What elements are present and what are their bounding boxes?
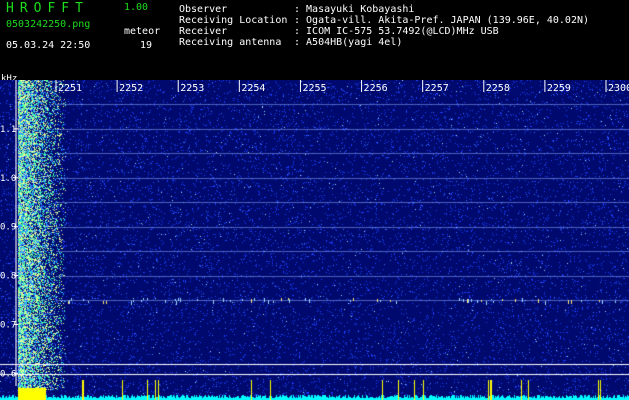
header: HROFFT 1.00 0503242250.png 05.03.24 22:5…: [0, 0, 629, 80]
time-tick-label: 2259: [547, 83, 571, 94]
time-tick-label: 2256: [364, 83, 388, 94]
info-row-location: Receiving Location : Ogata-vill. Akita-P…: [179, 15, 589, 26]
datetime: 05.03.24 22:50: [6, 40, 91, 51]
info-value: : A504HB(yagi 4el): [294, 37, 403, 48]
freq-tick-label: 0.7: [0, 320, 16, 330]
time-tick-label: 2253: [180, 83, 204, 94]
freq-tick-label: 1.1: [0, 125, 16, 135]
info-key: Receiver: [179, 26, 228, 37]
time-tick-label: 2251: [58, 83, 82, 94]
time-tick-label: 2252: [119, 83, 143, 94]
time-tick-label: 2255: [302, 83, 326, 94]
freq-tick-label: 0.8: [0, 272, 16, 282]
info-row-receiver: Receiver : ICOM IC-575 53.7492(@LCD)MHz …: [179, 26, 589, 37]
spectrogram-overlay: 2251 2252 2253 2254 2255 2256 2257 2258 2259 2300…: [0, 80, 629, 386]
info-value: : Masayuki Kobayashi: [294, 4, 415, 15]
info-key: Receiving Location: [179, 15, 288, 26]
app-title: HROFFT: [6, 1, 89, 16]
app-version: 1.00: [124, 2, 149, 13]
info-row-observer: Observer : Masayuki Kobayashi: [179, 4, 589, 15]
time-tick-label: 2254: [241, 83, 265, 94]
file-name: 0503242250.png: [6, 19, 91, 30]
info-value: : ICOM IC-575 53.7492(@LCD)MHz USB: [294, 26, 499, 37]
freq-tick-label: 0.9: [0, 223, 16, 233]
station-info: Observer : Masayuki Kobayashi Receiving …: [179, 4, 589, 48]
freq-tick-label: 1.0: [0, 174, 16, 184]
time-tick-label: 2257: [425, 83, 449, 94]
meteor-count-value: 19: [140, 40, 153, 51]
meteor-count-label: meteor: [124, 26, 161, 37]
info-key: Receiving antenna: [179, 37, 282, 48]
info-value: : Ogata-vill. Akita-Pref. JAPAN (139.96E…: [294, 15, 590, 26]
time-tick-label: 2300: [608, 83, 629, 94]
time-tick-label: 2258: [486, 83, 510, 94]
info-key: Observer: [179, 4, 228, 15]
freq-tick-label: 0.6: [0, 369, 16, 379]
info-row-antenna: Receiving antenna : A504HB(yagi 4el): [179, 37, 589, 48]
